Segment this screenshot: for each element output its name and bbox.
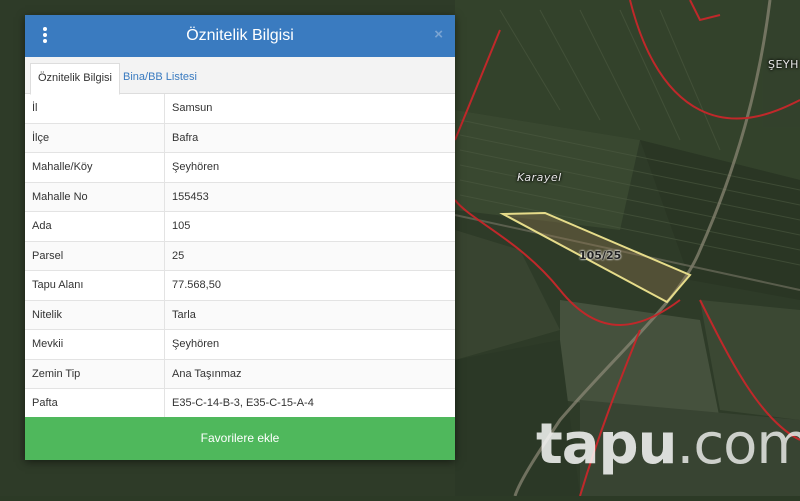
attribute-value: Şeyhören (164, 329, 455, 360)
modal-title: Öznitelik Bilgisi (186, 27, 294, 44)
tapu-watermark: tapu.com (536, 412, 800, 477)
attribute-key: Mahalle/Köy (25, 152, 165, 183)
parcel-number-label: 105/25 (579, 249, 622, 262)
tab-attribute-info[interactable]: Öznitelik Bilgisi (30, 63, 120, 95)
close-icon[interactable]: × (434, 26, 443, 43)
table-row: Parsel 25 (25, 241, 455, 271)
attribute-key: Pafta (25, 388, 165, 419)
modal-tabs: Öznitelik Bilgisi Bina/BB Listesi (25, 57, 455, 95)
attribute-value: Ana Taşınmaz (164, 359, 455, 389)
town-label: ŞEYH (768, 58, 799, 71)
table-row: Mevkii Şeyhören (25, 329, 455, 360)
attribute-key: Zemin Tip (25, 359, 165, 389)
attribute-value: 25 (164, 241, 455, 271)
attribute-info-modal: Öznitelik Bilgisi × Öznitelik Bilgisi Bi… (25, 15, 455, 460)
attribute-key: Parsel (25, 241, 165, 271)
attribute-value: E35-C-14-B-3, E35-C-15-A-4 (164, 388, 455, 419)
table-row: Nitelik Tarla (25, 300, 455, 330)
attribute-value: 105 (164, 211, 455, 242)
attribute-table: İl Samsun İlçe Bafra Mahalle/Köy Şeyhören Maha… (25, 94, 455, 419)
tab-building-list[interactable]: Bina/BB Listesi (116, 63, 204, 93)
attribute-key: Mevkii (25, 329, 165, 360)
attribute-key: Tapu Alanı (25, 270, 165, 301)
attribute-key: Ada (25, 211, 165, 242)
attribute-value: Samsun (164, 94, 455, 124)
watermark-tld: .com (676, 412, 800, 477)
watermark-main: tapu (536, 412, 678, 477)
attribute-value: Şeyhören (164, 152, 455, 183)
table-row: Mahalle/Köy Şeyhören (25, 152, 455, 183)
table-row: Pafta E35-C-14-B-3, E35-C-15-A-4 (25, 388, 455, 419)
attribute-key: İl (25, 94, 165, 124)
table-row: Ada 105 (25, 211, 455, 242)
attribute-value: 77.568,50 (164, 270, 455, 301)
attribute-key: Nitelik (25, 300, 165, 330)
modal-header: Öznitelik Bilgisi × (25, 15, 455, 57)
attribute-value: Tarla (164, 300, 455, 330)
table-row: İl Samsun (25, 94, 455, 124)
table-row: Tapu Alanı 77.568,50 (25, 270, 455, 301)
table-row: Mahalle No 155453 (25, 182, 455, 212)
place-label: Karayel (517, 171, 562, 184)
attribute-value: 155453 (164, 182, 455, 212)
attribute-key: Mahalle No (25, 182, 165, 212)
attribute-value: Bafra (164, 123, 455, 153)
add-to-favorites-button[interactable]: Favorilere ekle (25, 417, 455, 460)
table-row: Zemin Tip Ana Taşınmaz (25, 359, 455, 389)
attribute-key: İlçe (25, 123, 165, 153)
table-row: İlçe Bafra (25, 123, 455, 153)
